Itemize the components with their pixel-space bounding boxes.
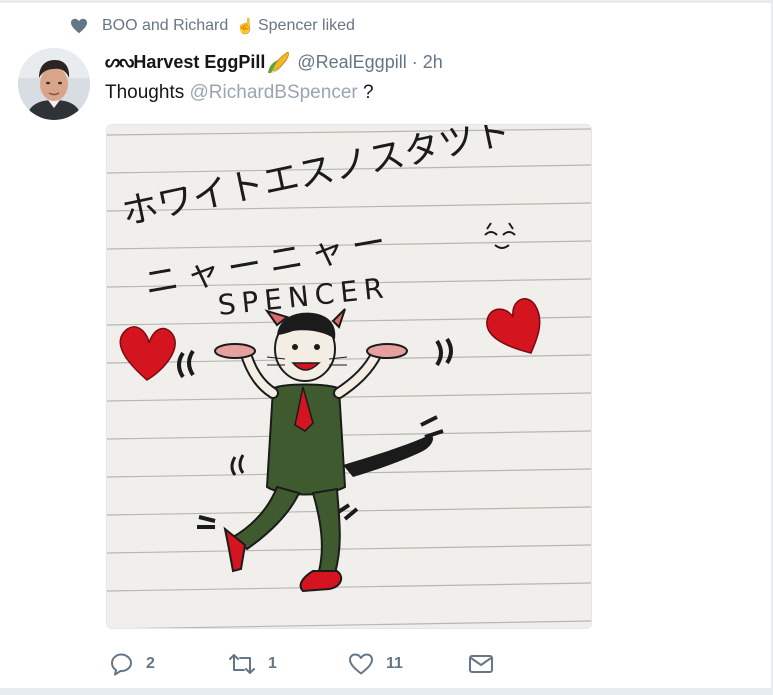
header-separator: · bbox=[411, 51, 418, 72]
direct-message-button[interactable] bbox=[468, 650, 506, 678]
heart-icon bbox=[71, 18, 87, 34]
envelope-icon bbox=[469, 655, 493, 673]
like-count: 11 bbox=[386, 655, 403, 672]
display-name[interactable]: Harvest EggPill bbox=[133, 52, 265, 73]
retweet-button[interactable]: 1 bbox=[228, 650, 277, 678]
tweet-text-body: Thoughts bbox=[105, 82, 185, 103]
user-handle[interactable]: @RealEggpill bbox=[297, 52, 406, 73]
tweet-timestamp[interactable]: 2h bbox=[423, 52, 443, 73]
tweet-text: Thoughts @RichardBSpencer ? bbox=[105, 82, 374, 104]
retweet-icon bbox=[229, 654, 255, 674]
tweet-header: ᔕᔓ Harvest EggPill @RealEggpill · 2h bbox=[105, 49, 443, 75]
avatar[interactable] bbox=[18, 48, 90, 120]
social-context-action: Spencer liked bbox=[257, 17, 355, 34]
reply-button[interactable]: 2 bbox=[110, 650, 155, 678]
reply-icon bbox=[111, 653, 132, 676]
tweet-media[interactable]: ホワイトエスノスタツト ニャーニャー SPENCER bbox=[106, 124, 592, 629]
cat-drawing-image: ホワイトエスノスタツト ニャーニャー SPENCER bbox=[107, 125, 591, 628]
avatar-photo bbox=[18, 48, 90, 120]
display-name-glyph[interactable]: ᔕᔓ bbox=[105, 52, 134, 72]
tweet-text-end: ? bbox=[363, 82, 374, 103]
retweet-count: 1 bbox=[268, 655, 277, 672]
tweet-actions: 2 1 11 bbox=[106, 650, 506, 678]
like-heart-icon bbox=[349, 653, 373, 675]
corn-emoji-icon bbox=[268, 51, 290, 73]
top-divider bbox=[0, 0, 773, 3]
social-context-names[interactable]: BOO and Richard bbox=[102, 17, 228, 35]
like-button[interactable]: 11 bbox=[348, 650, 403, 678]
reply-count: 2 bbox=[146, 655, 155, 672]
mention-link[interactable]: @RichardBSpencer bbox=[190, 82, 358, 103]
bottom-divider bbox=[0, 688, 773, 695]
social-context: BOO and Richard ☝ Spencer liked bbox=[70, 15, 355, 37]
pointing-finger-icon: ☝ bbox=[236, 18, 255, 35]
